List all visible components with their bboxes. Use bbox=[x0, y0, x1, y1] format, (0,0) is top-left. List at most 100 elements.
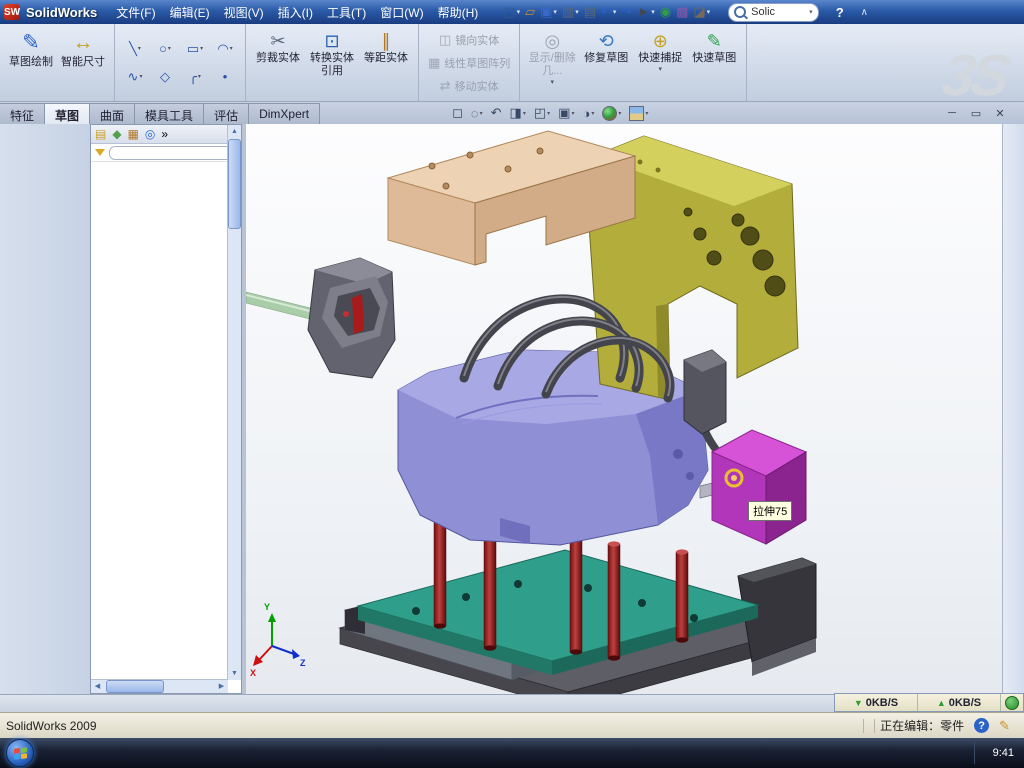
scroll-thumb[interactable] bbox=[228, 139, 241, 229]
hud-zoom-fit-button[interactable]: ◻ bbox=[450, 105, 465, 121]
scroll-left-icon[interactable]: ◀ bbox=[91, 680, 104, 693]
model-magenta-block[interactable] bbox=[712, 430, 806, 544]
open-button[interactable]: ▱ bbox=[523, 2, 537, 22]
graphics-viewport[interactable]: Y X Z 拉伸75 bbox=[246, 124, 1002, 694]
mirror-entities-button: ◫镜向实体 bbox=[435, 29, 503, 50]
ribbon-group-sketch: ✎草图绘制↔智能尺寸 bbox=[0, 24, 115, 101]
fillet-tool-button[interactable]: ╭▾ bbox=[180, 68, 210, 86]
upload-meter: ▲ 0KB/S bbox=[918, 694, 1001, 711]
hud-zoom-area-button[interactable]: ◌▾ bbox=[469, 106, 485, 121]
display-style-icon: ▣ bbox=[558, 105, 570, 121]
new-button[interactable]: ▢▾ bbox=[501, 2, 522, 22]
tab-5[interactable]: DimXpert bbox=[248, 103, 320, 124]
featuremanager-tree-tab[interactable]: ▤ bbox=[95, 125, 106, 143]
menu-item-0[interactable]: 文件(F) bbox=[109, 3, 162, 23]
save-icon: ▣ bbox=[540, 2, 552, 22]
print-preview-button[interactable]: ▤ bbox=[582, 2, 598, 22]
sketch-button[interactable]: ✎草图绘制 bbox=[5, 27, 57, 99]
hud-display-style-button[interactable]: ▣▾ bbox=[556, 105, 576, 121]
zoom-fit-icon: ◻ bbox=[452, 105, 463, 121]
polygon-tool-button[interactable]: ◇ bbox=[150, 68, 180, 86]
dropdown-arrow-icon: ▾ bbox=[591, 110, 594, 117]
spline-tool-button[interactable]: ∿▾ bbox=[120, 68, 150, 86]
rectangle-tool-button[interactable]: ▭▾ bbox=[180, 40, 210, 58]
dropdown-arrow-icon: ▾ bbox=[618, 110, 621, 117]
tab-2[interactable]: 曲面 bbox=[89, 103, 135, 124]
select-button[interactable]: ►▾ bbox=[635, 2, 656, 22]
hud-previous-view-button[interactable]: ↶ bbox=[489, 105, 504, 121]
tab-1[interactable]: 草图 bbox=[44, 103, 90, 124]
dropdown-arrow-icon: ▾ bbox=[613, 8, 617, 16]
tree-filter-input[interactable] bbox=[109, 146, 237, 160]
minimize-button[interactable]: ─ bbox=[944, 107, 960, 119]
smart-dimension-button[interactable]: ↔智能尺寸 bbox=[57, 27, 109, 99]
scroll-thumb[interactable] bbox=[106, 680, 164, 693]
restore-button[interactable]: ▭ bbox=[968, 107, 984, 120]
menu-item-3[interactable]: 插入(I) bbox=[271, 3, 320, 23]
menu-item-2[interactable]: 视图(V) bbox=[217, 3, 271, 23]
convert-entities-button[interactable]: ⊡转换实体引用 bbox=[305, 27, 359, 99]
menu-item-6[interactable]: 帮助(H) bbox=[431, 3, 486, 23]
options-button[interactable]: ◪▾ bbox=[691, 2, 712, 22]
document-window-controls: ─ ▭ ✕ bbox=[944, 102, 1008, 124]
hide-show-icon: ◑ bbox=[582, 106, 590, 121]
point-tool-button[interactable]: • bbox=[210, 68, 240, 85]
scroll-right-icon[interactable]: ▶ bbox=[215, 680, 228, 693]
hud-scene-button[interactable]: ▾ bbox=[627, 106, 650, 121]
tab-3[interactable]: 模具工具 bbox=[134, 103, 204, 124]
dropdown-arrow-icon: ▾ bbox=[138, 45, 141, 52]
appearance-ball-icon bbox=[602, 106, 617, 121]
circle-tool-button[interactable]: ○▾ bbox=[150, 40, 180, 57]
repair-sketch-button[interactable]: ⟲修复草图 bbox=[579, 27, 633, 99]
hud-view-orientation-button[interactable]: ◰▾ bbox=[532, 105, 552, 121]
search-box[interactable]: ▾ bbox=[728, 3, 819, 22]
arc-tool-button[interactable]: ◠▾ bbox=[210, 40, 240, 58]
quick-snaps-button[interactable]: ⊕快速捕捉▾ bbox=[633, 27, 687, 99]
status-help-icon[interactable]: ? bbox=[974, 718, 989, 733]
status-note-icon[interactable]: ✎ bbox=[999, 718, 1010, 734]
search-input[interactable] bbox=[749, 5, 805, 19]
collapse-toolbar-icon[interactable]: ∧ bbox=[857, 7, 872, 18]
help-button[interactable]: ? bbox=[831, 5, 849, 20]
redo-button[interactable]: ↷ bbox=[619, 2, 634, 22]
file-properties-button[interactable]: ▩ bbox=[674, 2, 690, 22]
tree-vertical-scrollbar[interactable]: ▲ ▼ bbox=[227, 125, 241, 680]
hud-section-view-button[interactable]: ◨▾ bbox=[508, 105, 528, 121]
move-entities-icon: ⇄ bbox=[440, 78, 451, 94]
menu-item-4[interactable]: 工具(T) bbox=[320, 3, 373, 23]
dropdown-arrow-icon: ▾ bbox=[230, 45, 233, 52]
start-button[interactable] bbox=[6, 739, 34, 767]
hud-hide-show-button[interactable]: ◑▾ bbox=[580, 106, 596, 121]
task-pane-tabs bbox=[1002, 124, 1024, 694]
save-button[interactable]: ▣▾ bbox=[538, 2, 559, 22]
print-button[interactable]: ▥▾ bbox=[560, 2, 581, 22]
configurationmanager-tab[interactable]: ▦ bbox=[128, 125, 139, 143]
tab-0[interactable]: 特征 bbox=[0, 103, 45, 124]
scroll-down-icon[interactable]: ▼ bbox=[228, 667, 241, 680]
tab-4[interactable]: 评估 bbox=[203, 103, 249, 124]
search-dropdown-icon[interactable]: ▾ bbox=[809, 8, 813, 16]
dimxpertmanager-tab[interactable]: ◎ bbox=[145, 125, 155, 143]
model-clamp-insert[interactable] bbox=[246, 258, 395, 378]
rebuild-button[interactable]: ◉ bbox=[658, 2, 673, 22]
section-view-icon: ◨ bbox=[510, 105, 522, 121]
title-bar: SW SolidWorks 文件(F)编辑(E)视图(V)插入(I)工具(T)窗… bbox=[0, 0, 1024, 24]
propertymanager-tab[interactable]: ◆ bbox=[112, 125, 121, 143]
dropdown-arrow-icon: ▾ bbox=[645, 110, 648, 117]
featuremanager-panel: ▤ ◆ ▦ ◎ » ▲ ▼ ◀ ▶ bbox=[90, 124, 242, 694]
menu-item-5[interactable]: 窗口(W) bbox=[373, 3, 430, 23]
close-button[interactable]: ✕ bbox=[992, 107, 1008, 120]
scroll-up-icon[interactable]: ▲ bbox=[228, 125, 241, 138]
offset-entities-button[interactable]: ∥等距实体 bbox=[359, 27, 413, 99]
net-meter-badge-icon[interactable] bbox=[1005, 696, 1019, 710]
rapid-sketch-button[interactable]: ✎快速草图 bbox=[687, 27, 741, 99]
undo-button[interactable]: ↶▾ bbox=[599, 2, 618, 22]
menu-item-1[interactable]: 编辑(E) bbox=[163, 3, 217, 23]
dropdown-arrow-icon: ▾ bbox=[551, 78, 555, 86]
trim-entities-button[interactable]: ✂剪裁实体 bbox=[251, 27, 305, 99]
fm-more-icon[interactable]: » bbox=[161, 127, 168, 141]
tree-horizontal-scrollbar[interactable]: ◀ ▶ bbox=[91, 679, 228, 693]
line-tool-button[interactable]: ╲▾ bbox=[120, 40, 150, 58]
ribbon-label: 等距实体 bbox=[364, 52, 408, 65]
hud-appearance-button[interactable]: ▾ bbox=[600, 106, 623, 121]
